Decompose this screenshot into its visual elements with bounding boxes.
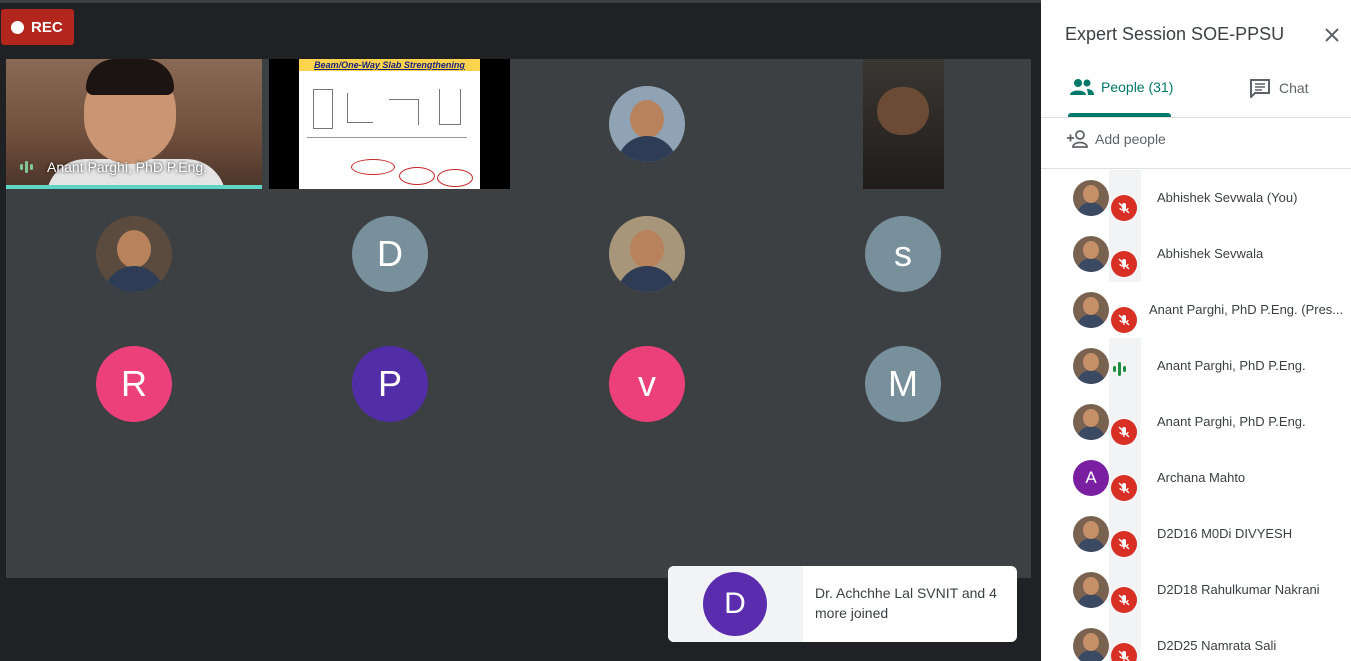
- participant-name: Anant Parghi, PhD P.Eng.: [1157, 358, 1306, 373]
- participant-letter-avatar: v: [609, 346, 685, 422]
- participant-video-tile[interactable]: [863, 59, 944, 189]
- people-list: Abhishek Sevwala (You) Abhishek Sevwala An…: [1041, 170, 1351, 661]
- participant-tile[interactable]: [6, 189, 262, 319]
- meeting-stage: REC Anant Parghi, PhD P.Eng. Beam/One-Wa…: [0, 0, 1041, 661]
- meeting-title: Expert Session SOE-PPSU: [1065, 24, 1285, 44]
- presentation-tile[interactable]: Beam/One-Way Slab Strengthening: [269, 59, 510, 189]
- participant-avatar: [1073, 628, 1109, 661]
- top-divider: [0, 0, 1041, 3]
- participant-letter-avatar: D: [352, 216, 428, 292]
- participant-avatar: [1073, 180, 1109, 216]
- notification-text: Dr. Achchhe Lal SVNIT and 4 more joined: [815, 585, 997, 621]
- participant-tile[interactable]: M: [775, 319, 1031, 449]
- participant-name: Anant Parghi, PhD P.Eng. (Pres...: [1149, 302, 1344, 317]
- participant-letter-avatar: R: [96, 346, 172, 422]
- notification-avatar: D: [703, 572, 767, 636]
- mic-off-icon: [1111, 419, 1137, 445]
- recording-badge: REC: [1, 9, 74, 45]
- participant-avatar: [609, 216, 685, 292]
- participant-row[interactable]: D2D25 Namrata Sali: [1041, 618, 1351, 661]
- participant-row[interactable]: Anant Parghi, PhD P.Eng. (Pres...: [1041, 282, 1351, 338]
- participant-letter-avatar: A: [1073, 460, 1109, 496]
- close-panel-button[interactable]: [1321, 24, 1343, 46]
- participant-avatar: [1073, 292, 1109, 328]
- participant-row[interactable]: Anant Parghi, PhD P.Eng.: [1041, 338, 1351, 394]
- participant-name: D2D25 Namrata Sali: [1157, 638, 1277, 653]
- tab-people-label: People (31): [1101, 79, 1174, 95]
- tab-people[interactable]: People (31): [1069, 78, 1173, 96]
- mic-off-icon: [1111, 307, 1137, 333]
- add-people-button[interactable]: Add people: [1066, 130, 1166, 148]
- participant-tile[interactable]: D: [262, 189, 518, 319]
- speaker-name: Anant Parghi, PhD P.Eng.: [47, 159, 208, 175]
- participant-letter-avatar: M: [865, 346, 941, 422]
- presentation-slide: Beam/One-Way Slab Strengthening: [299, 59, 480, 189]
- participant-avatar: [96, 216, 172, 292]
- participant-name: D2D16 M0Di DIVYESH: [1157, 526, 1293, 541]
- audio-level-icon: [20, 161, 33, 173]
- participant-row[interactable]: D2D18 Rahulkumar Nakrani: [1041, 562, 1351, 618]
- meet-window: REC Anant Parghi, PhD P.Eng. Beam/One-Wa…: [0, 0, 1351, 661]
- record-dot-icon: [11, 20, 24, 34]
- participant-name: Abhishek Sevwala (You): [1157, 190, 1298, 205]
- mic-off-icon: [1111, 475, 1137, 501]
- participant-avatar: [1073, 572, 1109, 608]
- participant-avatar: [1073, 404, 1109, 440]
- recording-label: REC: [31, 18, 63, 36]
- participant-name: D2D18 Rahulkumar Nakrani: [1157, 582, 1320, 597]
- participant-row[interactable]: Anant Parghi, PhD P.Eng.: [1041, 394, 1351, 450]
- speaker-video-tile[interactable]: Anant Parghi, PhD P.Eng.: [6, 59, 262, 189]
- mic-off-icon: [1111, 587, 1137, 613]
- participant-name: Archana Mahto: [1157, 470, 1246, 485]
- mic-off-icon: [1111, 531, 1137, 557]
- add-people-label: Add people: [1095, 131, 1166, 147]
- participant-letter-avatar: P: [352, 346, 428, 422]
- participant-tile[interactable]: P: [262, 319, 518, 449]
- side-panel: Expert Session SOE-PPSU People (31) Chat: [1041, 0, 1351, 661]
- participant-tile[interactable]: R: [6, 319, 262, 449]
- participant-tile[interactable]: [519, 189, 775, 319]
- mic-off-icon: [1111, 195, 1137, 221]
- participant-video: [877, 87, 929, 135]
- participant-letter-avatar: s: [865, 216, 941, 292]
- slide-title: Beam/One-Way Slab Strengthening: [299, 59, 480, 71]
- participant-row[interactable]: D2D16 M0Di DIVYESH: [1041, 506, 1351, 562]
- mic-off-icon: [1111, 251, 1137, 277]
- participant-row[interactable]: A Archana Mahto: [1041, 450, 1351, 506]
- participant-grid: Anant Parghi, PhD P.Eng. Beam/One-Way Sl…: [6, 59, 1031, 578]
- participant-row[interactable]: Abhishek Sevwala: [1041, 226, 1351, 282]
- speaker-label: Anant Parghi, PhD P.Eng.: [20, 159, 207, 175]
- add-person-icon: [1067, 130, 1088, 148]
- participant-name: Abhishek Sevwala: [1157, 246, 1264, 261]
- participant-tile[interactable]: v: [519, 319, 775, 449]
- speaking-indicator-icon: [1113, 362, 1126, 376]
- close-icon: [1325, 28, 1339, 42]
- participant-avatar: [1073, 348, 1109, 384]
- participant-avatar: [609, 86, 685, 162]
- participant-name: Anant Parghi, PhD P.Eng.: [1157, 414, 1306, 429]
- chat-icon: [1250, 79, 1270, 98]
- join-notification: D Dr. Achchhe Lal SVNIT and 4 more joine…: [668, 566, 1017, 642]
- participant-tile[interactable]: [519, 59, 775, 189]
- participant-avatar: [1073, 516, 1109, 552]
- tab-chat[interactable]: Chat: [1249, 78, 1309, 98]
- participant-avatar: [1073, 236, 1109, 272]
- people-icon: [1070, 79, 1094, 95]
- participant-row[interactable]: Abhishek Sevwala (You): [1041, 170, 1351, 226]
- tab-chat-label: Chat: [1279, 80, 1309, 96]
- participant-tile[interactable]: s: [775, 189, 1031, 319]
